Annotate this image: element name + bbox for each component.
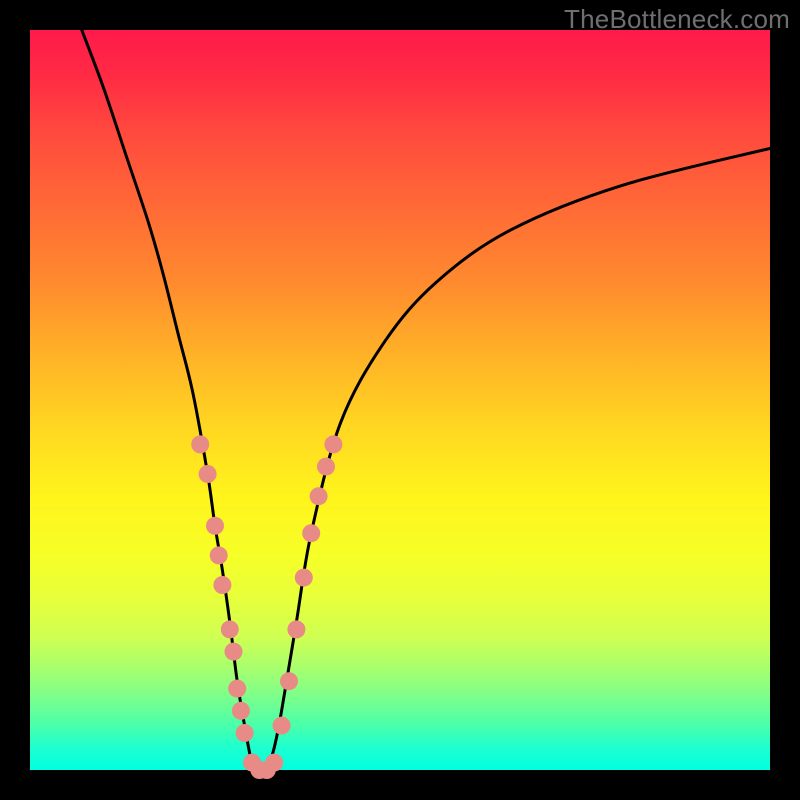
marker-dot [324,435,342,453]
marker-dot [206,517,224,535]
marker-dot [221,620,239,638]
chart-frame: TheBottleneck.com [0,0,800,800]
marker-dot [287,620,305,638]
curve-layer [82,30,770,772]
marker-dot [273,717,291,735]
marker-dot [213,576,231,594]
marker-dot [210,546,228,564]
watermark-text: TheBottleneck.com [564,4,790,35]
marker-dot [199,465,217,483]
markers-layer [191,435,342,779]
marker-dot [280,672,298,690]
marker-dot [310,487,328,505]
bottleneck-curve [82,30,770,772]
marker-dot [232,702,250,720]
marker-dot [191,435,209,453]
marker-dot [228,680,246,698]
marker-dot [265,754,283,772]
marker-dot [236,724,254,742]
marker-dot [302,524,320,542]
marker-dot [295,569,313,587]
marker-dot [317,458,335,476]
chart-svg [30,30,770,770]
marker-dot [225,643,243,661]
